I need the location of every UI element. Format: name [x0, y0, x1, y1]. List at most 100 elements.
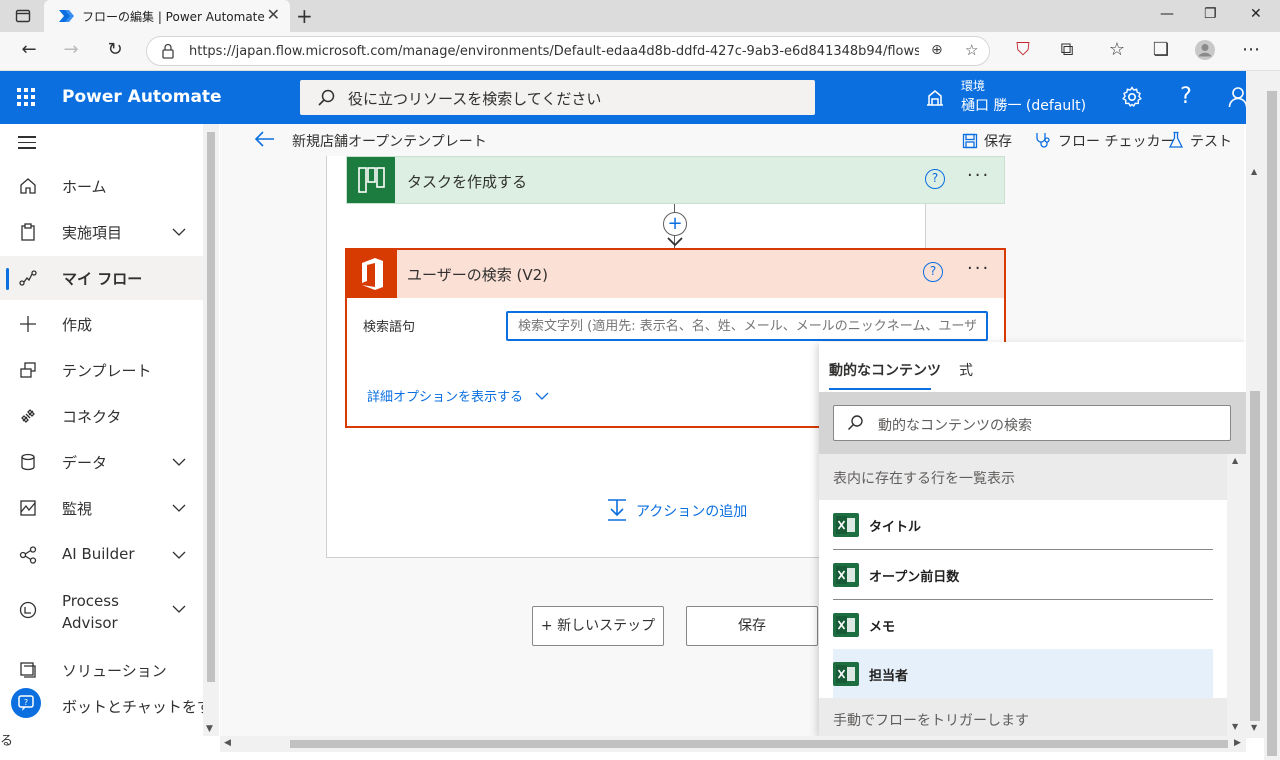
- extensions-icon[interactable]: ⧉: [1054, 39, 1080, 60]
- new-tab-icon[interactable]: +: [296, 4, 313, 28]
- more-menu-icon[interactable]: ⋯: [1238, 39, 1264, 60]
- save-button[interactable]: 保存: [686, 606, 818, 646]
- back-arrow-icon[interactable]: [254, 130, 276, 152]
- step-create-task-card[interactable]: タスクを作成する ? ···: [346, 156, 1005, 204]
- scroll-right-arrow-icon[interactable]: ▶: [1234, 738, 1241, 748]
- restore-icon[interactable]: ❐: [1204, 6, 1217, 22]
- tab-close-icon[interactable]: ✕: [267, 5, 280, 24]
- scroll-up-arrow-icon[interactable]: ▲: [1251, 167, 1257, 176]
- more-options-icon[interactable]: ···: [967, 165, 990, 186]
- new-step-button[interactable]: + 新しいステップ: [532, 606, 664, 646]
- test-command[interactable]: テスト: [1168, 131, 1232, 151]
- section-manual-trigger[interactable]: 手動でフローをトリガーします: [819, 698, 1227, 736]
- show-advanced-options-link[interactable]: 詳細オプションを表示する: [367, 386, 549, 405]
- scroll-down-arrow-icon[interactable]: ▼: [1251, 723, 1257, 732]
- dynamic-panel-scrollbar[interactable]: ▲ ▼: [1227, 454, 1246, 736]
- command-bar: 新規店舗オープンテンプレート 保存 フロー チェッカー テスト: [220, 124, 1244, 156]
- insert-step-icon[interactable]: +: [663, 212, 687, 236]
- designer-horizontal-scrollbar[interactable]: ◀ ▶: [220, 736, 1246, 752]
- minimize-icon[interactable]: —: [1160, 6, 1174, 22]
- help-circle-icon[interactable]: ?: [923, 262, 943, 282]
- flow-icon: [18, 268, 38, 288]
- nav-connectors[interactable]: コネクタ: [0, 394, 203, 438]
- settings-gear-icon[interactable]: [1120, 85, 1144, 109]
- section-list-rows[interactable]: 表内に存在する行を一覧表示: [819, 454, 1227, 500]
- sidebar-scroll-thumb[interactable]: [207, 132, 215, 682]
- app-title[interactable]: Power Automate: [62, 87, 222, 107]
- nav-data[interactable]: データ: [0, 440, 203, 484]
- nav-templates[interactable]: テンプレート: [0, 348, 203, 392]
- page-vertical-scrollbar[interactable]: [1264, 71, 1280, 760]
- step-header[interactable]: ユーザーの検索 (V2) ? ···: [347, 250, 1004, 298]
- add-action-icon: [608, 499, 626, 521]
- dynamic-token-assignee[interactable]: 担当者: [833, 649, 1213, 699]
- zoom-icon[interactable]: ⊕: [931, 42, 943, 58]
- chevron-down-icon[interactable]: [172, 602, 186, 618]
- search-term-input[interactable]: [506, 311, 988, 341]
- help-circle-icon[interactable]: ?: [925, 169, 945, 189]
- browser-tab-active[interactable]: フローの編集 | Power Automate ✕: [44, 0, 290, 32]
- collections-icon[interactable]: ❏: [1148, 39, 1174, 60]
- chat-bot-icon[interactable]: ?: [11, 688, 41, 718]
- nav-solutions[interactable]: ソリューション: [0, 648, 203, 692]
- dynamic-content-search-input[interactable]: 動的なコンテンツの検索: [833, 405, 1231, 441]
- scroll-down-arrow-icon[interactable]: ▼: [1232, 722, 1238, 731]
- process-advisor-icon: [18, 600, 38, 620]
- nav-process-advisor[interactable]: Process Advisor: [0, 588, 203, 632]
- tab-dynamic-content[interactable]: 動的なコンテンツ: [829, 360, 941, 380]
- scroll-left-arrow-icon[interactable]: ◀: [224, 738, 231, 748]
- page-scroll-thumb[interactable]: [1267, 91, 1277, 756]
- scroll-down-arrow-icon[interactable]: ▼: [206, 724, 213, 734]
- hamburger-menu-icon[interactable]: [18, 136, 36, 153]
- save-command[interactable]: 保存: [962, 131, 1012, 151]
- resource-search-box[interactable]: 役に立つリソースを検索してください: [300, 80, 815, 115]
- add-action-link[interactable]: アクションの追加: [606, 498, 747, 522]
- browser-tab-bar: フローの編集 | Power Automate ✕ + — ❐ ✕: [0, 0, 1280, 32]
- test-command-label: テスト: [1190, 134, 1232, 150]
- designer-vertical-scrollbar[interactable]: ▲ ▼: [1246, 71, 1264, 738]
- clipboard-icon: [18, 222, 38, 242]
- nav-create[interactable]: 作成: [0, 302, 203, 346]
- nav-action-items[interactable]: 実施項目: [0, 210, 203, 254]
- chevron-down-icon[interactable]: [172, 548, 186, 564]
- refresh-icon[interactable]: ↻: [102, 39, 128, 60]
- chevron-down-icon[interactable]: [172, 455, 186, 471]
- address-bar[interactable]: https://japan.flow.microsoft.com/manage/…: [146, 36, 990, 66]
- dynamic-token-days-before-open[interactable]: オープン前日数: [833, 550, 1213, 600]
- token-label: メモ: [869, 620, 896, 635]
- flow-checker-label: フロー チェッカー: [1058, 134, 1175, 150]
- shield-extension-icon[interactable]: ⛉: [1010, 39, 1036, 60]
- help-icon[interactable]: ?: [1174, 85, 1198, 109]
- tab-actions-icon[interactable]: [15, 8, 31, 28]
- nav-label: 監視: [62, 500, 93, 518]
- nav-home[interactable]: ホーム: [0, 164, 203, 208]
- dynamic-token-title[interactable]: タイトル: [833, 500, 1213, 550]
- app-header: Power Automate 役に立つリソースを検索してください 環境 樋口 勝…: [0, 71, 1264, 124]
- nav-monitor[interactable]: 監視: [0, 486, 203, 530]
- back-icon[interactable]: ←: [16, 39, 42, 60]
- flow-checker-command[interactable]: フロー チェッカー: [1034, 131, 1174, 151]
- sidebar-scrollbar[interactable]: ▼: [203, 124, 219, 736]
- window-close-icon[interactable]: ✕: [1250, 6, 1262, 22]
- chevron-down-icon[interactable]: [172, 501, 186, 517]
- more-options-icon[interactable]: ···: [967, 258, 990, 279]
- favorite-star-icon[interactable]: ☆: [965, 41, 978, 59]
- environment-icon[interactable]: [924, 87, 946, 111]
- nav-ai-builder[interactable]: AI Builder: [0, 533, 203, 577]
- lock-icon[interactable]: [161, 43, 175, 63]
- horizontal-scroll-thumb[interactable]: [290, 740, 1228, 748]
- dynamic-token-memo[interactable]: メモ: [833, 600, 1213, 650]
- chat-with-bot-link[interactable]: ボットとチャットをする: [62, 696, 218, 717]
- app-launcher-icon[interactable]: [17, 88, 35, 106]
- scroll-up-arrow-icon[interactable]: ▲: [1232, 456, 1238, 465]
- designer-scroll-thumb[interactable]: [1250, 391, 1260, 721]
- favorites-icon[interactable]: ☆: [1104, 39, 1130, 60]
- chevron-down-icon[interactable]: [172, 225, 186, 241]
- tab-expression[interactable]: 式: [959, 360, 973, 380]
- forward-icon[interactable]: →: [58, 39, 84, 60]
- profile-icon[interactable]: [1192, 39, 1218, 66]
- plus-icon: [18, 314, 38, 334]
- nav-label: マイ フロー: [62, 270, 143, 288]
- environment-name[interactable]: 樋口 勝一 (default): [961, 95, 1086, 115]
- nav-my-flows[interactable]: マイ フロー: [0, 256, 203, 300]
